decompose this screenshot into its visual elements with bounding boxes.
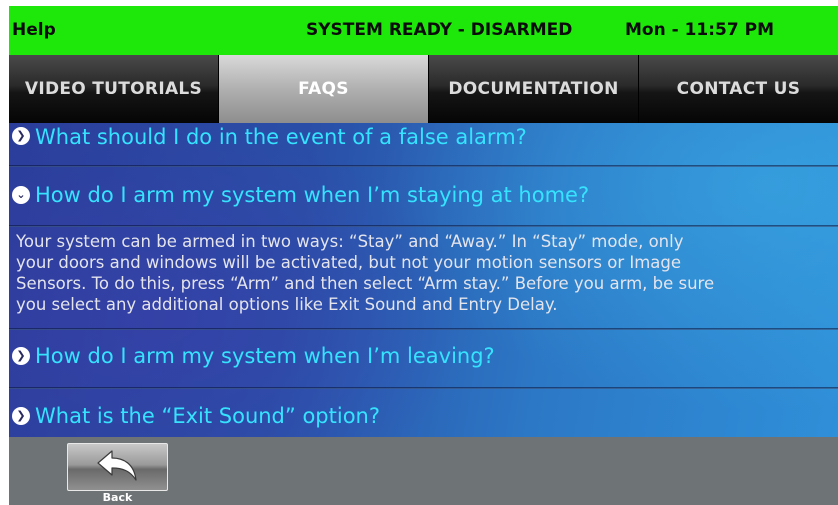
faq-item-exit-sound[interactable]: ❯ What is the “Exit Sound” option? [9, 389, 838, 437]
answer-line: Your system can be armed in two ways: “S… [16, 232, 684, 251]
back-arrow-icon [97, 450, 137, 481]
page-title: Help [12, 20, 56, 40]
faq-item-false-alarm[interactable]: ❯ What should I do in the event of a fal… [9, 123, 838, 165]
tab-documentation[interactable]: DOCUMENTATION [429, 55, 639, 123]
chevron-right-icon: ❯ [12, 407, 30, 425]
chevron-right-icon: ❯ [12, 127, 30, 145]
help-screen: Help SYSTEM READY - DISARMED Mon - 11:57… [0, 0, 838, 505]
chevron-down-icon: ⌄ [12, 186, 30, 204]
answer-line: you select any additional options like E… [16, 295, 558, 314]
faq-item-arm-stay[interactable]: ⌄ How do I arm my system when I’m stayin… [9, 167, 838, 225]
chevron-right-icon: ❯ [12, 347, 30, 365]
back-button[interactable]: Back [67, 443, 168, 505]
faq-question: How do I arm my system when I’m staying … [35, 183, 590, 207]
tab-video-tutorials[interactable]: VIDEO TUTORIALS [9, 55, 219, 123]
tab-contact-us[interactable]: CONTACT US [639, 55, 838, 123]
tab-faqs[interactable]: FAQS [219, 55, 429, 123]
faq-list: ❯ What should I do in the event of a fal… [9, 123, 838, 437]
answer-line: Sensors. To do this, press “Arm” and the… [16, 274, 715, 293]
faq-item-arm-away[interactable]: ❯ How do I arm my system when I’m leavin… [9, 330, 838, 387]
system-status: SYSTEM READY - DISARMED [306, 20, 573, 40]
faq-question: What should I do in the event of a false… [35, 125, 527, 149]
status-bar: Help SYSTEM READY - DISARMED Mon - 11:57… [9, 6, 838, 55]
divider [9, 225, 838, 227]
footer-bar: Back [9, 437, 838, 505]
faq-question: What is the “Exit Sound” option? [35, 404, 380, 428]
faq-answer: Your system can be armed in two ways: “S… [16, 231, 838, 315]
faq-question: How do I arm my system when I’m leaving? [35, 344, 495, 368]
clock: Mon - 11:57 PM [625, 20, 774, 40]
answer-line: your doors and windows will be activated… [16, 253, 682, 272]
back-label: Back [102, 491, 133, 504]
help-tabs: VIDEO TUTORIALS FAQS DOCUMENTATION CONTA… [9, 55, 838, 123]
